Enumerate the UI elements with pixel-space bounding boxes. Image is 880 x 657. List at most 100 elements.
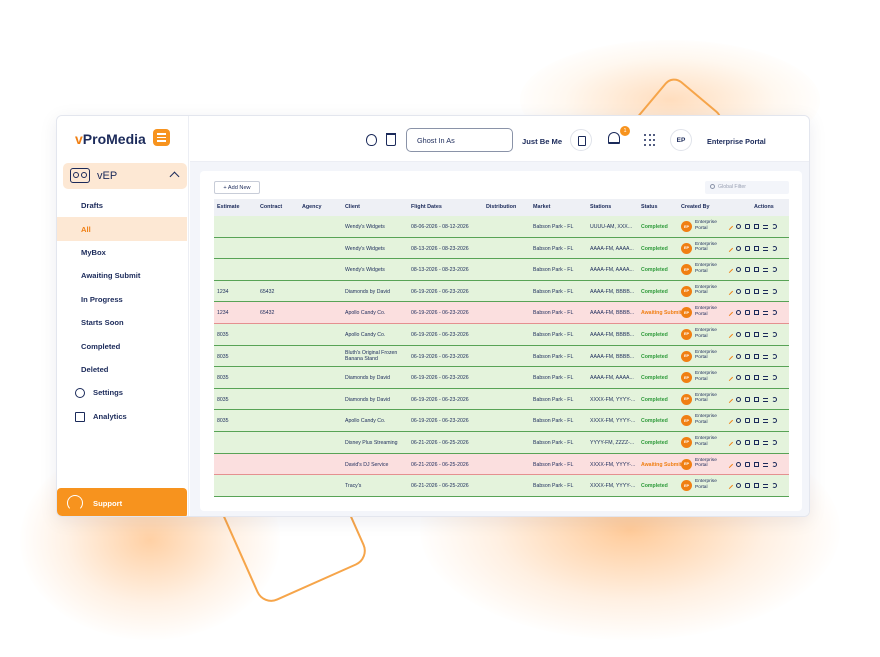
view-icon[interactable] xyxy=(736,353,741,359)
sidebar-item-starts-soon[interactable]: Starts Soon xyxy=(57,311,189,334)
copy-icon[interactable] xyxy=(745,439,750,445)
trash-icon[interactable] xyxy=(754,483,759,489)
pencil-icon[interactable] xyxy=(725,287,734,295)
bell-icon[interactable] xyxy=(608,132,620,144)
trash-icon[interactable] xyxy=(754,353,759,359)
trash-icon[interactable] xyxy=(754,418,759,424)
copy-icon[interactable] xyxy=(745,396,750,402)
sidebar-item-in-progress[interactable]: In Progress xyxy=(57,288,189,311)
undo-icon[interactable] xyxy=(772,267,777,273)
column-header-market[interactable]: Market xyxy=(533,204,550,210)
view-icon[interactable] xyxy=(736,224,741,229)
table-row[interactable]: 8035 Apollo Candy Co. 06-19-2026 - 06-23-2… xyxy=(214,323,789,346)
trash-icon[interactable] xyxy=(754,331,759,337)
table-row[interactable]: Wendy's Widgets 08-13-2026 - 08-23-2026 Ba… xyxy=(214,259,789,281)
view-icon[interactable] xyxy=(736,396,741,402)
trash-icon[interactable] xyxy=(754,245,759,251)
nav-group-vep[interactable]: vEP xyxy=(63,163,187,189)
pencil-icon[interactable] xyxy=(725,222,734,231)
menu-icon[interactable] xyxy=(763,462,768,467)
view-icon[interactable] xyxy=(736,439,741,445)
undo-icon[interactable] xyxy=(772,439,777,445)
column-header-flight-dates[interactable]: Flight Dates xyxy=(411,204,442,210)
document-button[interactable] xyxy=(570,129,592,151)
column-header-status[interactable]: Status xyxy=(641,204,657,210)
table-row[interactable]: 8035 Apollo Candy Co. 06-19-2026 - 06-23-2… xyxy=(214,410,789,432)
menu-icon[interactable] xyxy=(763,397,768,402)
view-icon[interactable] xyxy=(736,245,741,251)
hamburger-menu-icon[interactable] xyxy=(153,129,170,146)
sidebar-item-deleted[interactable]: Deleted xyxy=(57,358,189,381)
trash-icon[interactable] xyxy=(754,439,759,445)
pencil-icon[interactable] xyxy=(725,395,734,403)
pencil-icon[interactable] xyxy=(725,438,734,446)
column-header-estimate[interactable]: Estimate xyxy=(217,204,239,210)
copy-icon[interactable] xyxy=(745,353,750,359)
view-icon[interactable] xyxy=(736,310,741,316)
sidebar-item-completed[interactable]: Completed xyxy=(57,334,189,357)
view-icon[interactable] xyxy=(736,267,741,273)
undo-icon[interactable] xyxy=(772,461,777,467)
sidebar-item-settings[interactable]: Settings xyxy=(57,381,189,404)
pencil-icon[interactable] xyxy=(725,244,734,252)
pencil-icon[interactable] xyxy=(725,417,734,425)
undo-icon[interactable] xyxy=(772,483,777,489)
sidebar-item-analytics[interactable]: Analytics xyxy=(57,405,189,428)
bug-icon[interactable] xyxy=(366,134,377,146)
table-row[interactable]: Tracy's 06-21-2026 - 06-25-2026 Babson Par… xyxy=(214,475,789,497)
menu-icon[interactable] xyxy=(763,225,768,229)
copy-icon[interactable] xyxy=(745,224,750,229)
pencil-icon[interactable] xyxy=(725,330,734,339)
copy-icon[interactable] xyxy=(745,267,750,273)
column-header-client[interactable]: Client xyxy=(345,204,360,210)
copy-icon[interactable] xyxy=(745,331,750,337)
undo-icon[interactable] xyxy=(772,310,777,316)
trash-icon[interactable] xyxy=(754,375,759,381)
menu-icon[interactable] xyxy=(763,484,768,489)
view-icon[interactable] xyxy=(736,375,741,381)
column-header-stations[interactable]: Stations xyxy=(590,204,611,210)
app-logo[interactable]: vProMedia xyxy=(75,131,146,147)
ghost-in-as-input[interactable] xyxy=(406,128,513,152)
copy-icon[interactable] xyxy=(745,375,750,381)
column-header-contract[interactable]: Contract xyxy=(260,204,282,210)
column-header-actions[interactable]: Actions xyxy=(754,204,774,210)
chevron-up-icon[interactable] xyxy=(169,171,180,182)
undo-icon[interactable] xyxy=(772,375,777,381)
table-row[interactable]: Disney Plus Streaming 06-21-2026 - 06-25-… xyxy=(214,431,789,454)
undo-icon[interactable] xyxy=(772,245,777,251)
menu-icon[interactable] xyxy=(763,332,768,337)
column-header-agency[interactable]: Agency xyxy=(302,204,321,210)
sidebar-item-all[interactable]: All xyxy=(57,217,187,241)
user-avatar[interactable]: EP xyxy=(670,129,692,151)
table-row[interactable]: David's DJ Service 06-21-2026 - 06-25-202… xyxy=(214,453,789,476)
just-be-me-button[interactable]: Just Be Me xyxy=(522,137,562,146)
menu-icon[interactable] xyxy=(763,311,768,316)
copy-icon[interactable] xyxy=(745,288,750,294)
table-row[interactable]: Wendy's Widgets 08-06-2026 - 08-12-2026 Ba… xyxy=(214,216,789,238)
copy-icon[interactable] xyxy=(745,461,750,467)
copy-icon[interactable] xyxy=(745,483,750,489)
table-row[interactable]: Wendy's Widgets 08-13-2026 - 08-23-2026 Ba… xyxy=(214,237,789,260)
column-header-created-by[interactable]: Created By xyxy=(681,204,709,210)
undo-icon[interactable] xyxy=(772,288,777,294)
undo-icon[interactable] xyxy=(772,396,777,402)
undo-icon[interactable] xyxy=(772,331,777,337)
view-icon[interactable] xyxy=(736,288,741,294)
pencil-icon[interactable] xyxy=(725,352,734,360)
menu-icon[interactable] xyxy=(763,440,768,445)
trash-icon[interactable] xyxy=(754,396,759,402)
copy-icon[interactable] xyxy=(745,418,750,424)
menu-icon[interactable] xyxy=(763,289,768,294)
undo-icon[interactable] xyxy=(772,353,777,359)
sidebar-item-awaiting-submit[interactable]: Awaiting Submit xyxy=(57,264,189,287)
pencil-icon[interactable] xyxy=(725,374,734,382)
view-icon[interactable] xyxy=(736,483,741,489)
sidebar-item-mybox[interactable]: MyBox xyxy=(57,241,189,264)
view-icon[interactable] xyxy=(736,331,741,337)
copy-icon[interactable] xyxy=(745,245,750,251)
undo-icon[interactable] xyxy=(772,418,777,424)
add-new-button[interactable]: + Add New xyxy=(214,181,260,194)
column-header-distribution[interactable]: Distribution xyxy=(486,204,516,210)
menu-icon[interactable] xyxy=(763,419,768,424)
